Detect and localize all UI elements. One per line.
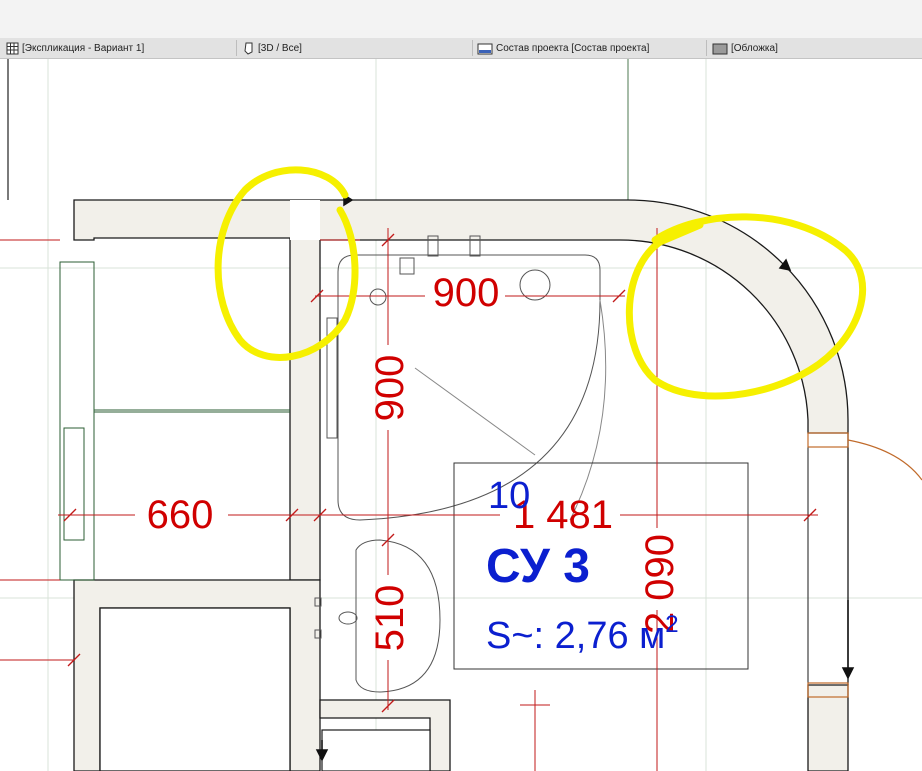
layout-sheet-icon <box>477 43 493 54</box>
dimension-left-width: 660 <box>147 493 214 537</box>
door-opening <box>290 200 320 240</box>
window-top-bar <box>0 0 922 38</box>
table-grid-icon <box>6 42 19 54</box>
tab-divider <box>706 40 707 56</box>
view-tab-bar: [Экспликация - Вариант 1] [3D / Все] Сос… <box>0 38 922 59</box>
dimension-top-width: 900 <box>433 271 500 315</box>
cabinet <box>321 729 431 771</box>
tab-explication[interactable]: [Экспликация - Вариант 1] <box>6 38 144 58</box>
3d-view-icon <box>244 42 253 55</box>
tab-label: [Экспликация - Вариант 1] <box>22 42 145 54</box>
zone-name: СУ 3 <box>486 540 590 593</box>
zone-area-unit-exponent: 2 <box>665 611 678 638</box>
tab-label: [3D / Все] <box>258 42 302 54</box>
tab-label: [Обложка] <box>731 42 778 54</box>
zone-number: 10 <box>488 475 530 517</box>
tab-divider <box>236 40 237 56</box>
window-markers <box>807 432 922 698</box>
floor-plan-canvas[interactable]: 900 900 660 1 481 510 2 090 10 СУ 3 S~: … <box>0 59 922 771</box>
cabinet <box>99 607 291 771</box>
tab-3d-view[interactable]: [3D / Все] <box>242 38 302 58</box>
cover-sheet-icon <box>712 43 728 54</box>
tab-label: Состав проекта [Состав проекта] <box>496 42 650 54</box>
dimension-shower-depth: 900 <box>368 355 412 422</box>
tab-divider <box>472 40 473 56</box>
dimension-sink-depth: 510 <box>368 585 412 652</box>
tab-project-content[interactable]: Состав проекта [Состав проекта] <box>477 38 649 58</box>
tab-cover[interactable]: [Обложка] <box>712 38 778 58</box>
zone-area-value: S~: 2,76 м <box>486 615 665 657</box>
zone-area: S~: 2,76 м2 <box>486 611 679 657</box>
